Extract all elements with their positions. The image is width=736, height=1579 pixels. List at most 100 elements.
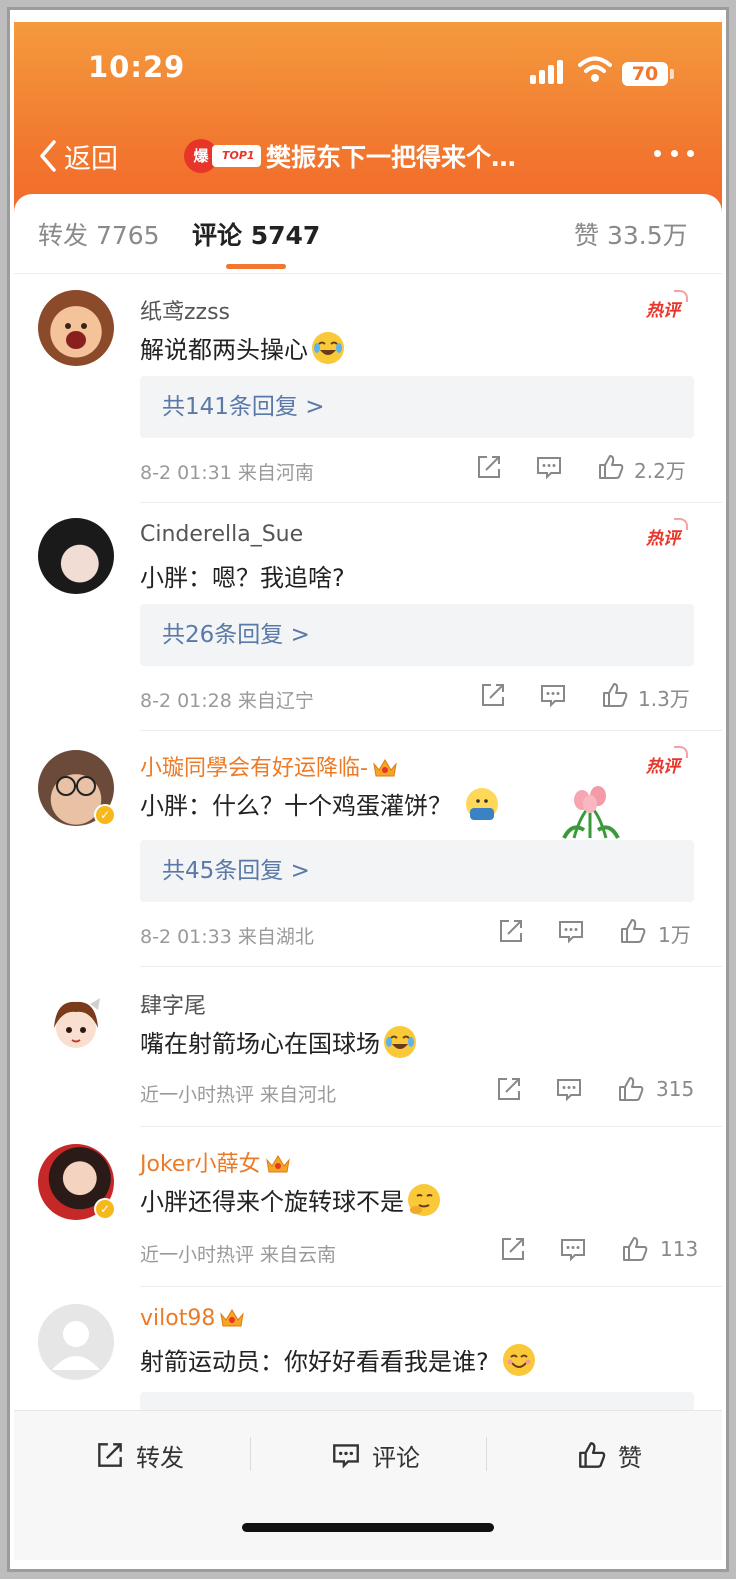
comment-label: 评论 [372,1443,420,1472]
username[interactable]: 肆字尾 [140,988,206,1020]
nav-bar: 返回 爆 TOP1 樊振东下一把得来个… [14,126,722,186]
laugh-cry-emoji [384,1026,416,1058]
tab-repost[interactable]: 转发 7765 [38,216,160,252]
wifi-icon [578,56,612,82]
active-tab-indicator [226,264,286,269]
like-icon[interactable] [596,452,626,482]
divider [140,1126,722,1127]
header: 10:29 70 返回 爆 TOP1 樊振东下一把得来个… [14,22,722,212]
verified-badge-icon: ✓ [94,1198,116,1220]
comment-icon[interactable] [534,452,564,482]
cellular-signal-icon [530,60,566,84]
username[interactable]: 纸鸢zzss [140,294,230,326]
comment-icon[interactable] [556,916,586,946]
laugh-cry-emoji [312,332,344,364]
like-icon[interactable] [616,1074,646,1104]
share-icon[interactable] [498,1234,528,1264]
like-count: 113 [660,1237,699,1261]
username[interactable]: Cinderella_Sue [140,522,303,547]
replies-link[interactable]: 共141条回复 > [140,376,694,438]
like-count: 1万 [658,923,691,947]
phone-screen: 10:29 70 返回 爆 TOP1 樊振东下一把得来个… 转发 7765 评论… [14,22,722,1560]
replies-link[interactable]: 共26条回复 > [140,604,694,666]
separator [250,1437,251,1471]
divider [140,966,722,967]
username[interactable]: vilot98 [140,1306,245,1331]
avatar[interactable] [38,988,114,1064]
comment-meta: 8-2 01:31 来自河南 [140,462,314,484]
avatar[interactable] [38,290,114,366]
battery-indicator: 70 [622,62,668,86]
share-icon[interactable] [474,452,504,482]
rank-badge: TOP1 [212,145,261,167]
username[interactable]: Joker小薛女 [140,1146,291,1178]
crown-icon [373,759,397,777]
crown-icon [220,1309,245,1327]
thinking-emoji [408,1184,440,1216]
crown-icon [265,1155,290,1173]
comment-actions: 2.2万 [474,452,694,486]
comment-actions: 1万 [474,916,694,950]
battery-tip [670,69,674,79]
username[interactable]: 小璇同學会有好运降临- [140,750,398,782]
like-icon[interactable] [620,1234,650,1264]
like-icon[interactable] [618,916,648,946]
like-count: 1.3万 [638,687,690,711]
like-icon [579,1442,606,1468]
bottom-action-bar: 转发 评论 赞 [14,1410,722,1560]
hot-comment-tag: 热评 [646,518,688,549]
comment-icon[interactable] [554,1074,584,1104]
smile-emoji [502,1344,535,1376]
comment-meta: 近一小时热评 来自云南 [140,1244,337,1266]
comment-text: 解说都两头操心 [140,330,344,365]
screenshot-frame: 10:29 70 返回 爆 TOP1 樊振东下一把得来个… 转发 7765 评论… [7,7,729,1572]
divider [140,1286,722,1287]
like-icon[interactable] [600,680,630,710]
separator [486,1437,487,1471]
comment-text: 小胖：嗯？我追啥? [140,564,345,592]
replies-link[interactable]: 共45条回复 > [140,840,694,902]
comment-sheet: 转发 7765 评论 5747 赞 33.5万 纸鸢zzss 热评 解说都两头操… [14,194,722,1560]
comment-icon[interactable] [538,680,568,710]
comment-actions: 315 [474,1074,694,1108]
hot-search-badge[interactable]: 爆 TOP1 [184,139,261,173]
like-label: 赞 [618,1443,642,1472]
tab-comment[interactable]: 评论 5747 [192,216,320,252]
comment-text: 嘴在射箭场心在国球场 [140,1024,416,1059]
share-icon[interactable] [494,1074,524,1104]
like-count: 2.2万 [634,459,686,483]
avatar[interactable] [38,1304,114,1380]
tulip-sticker-icon [562,786,620,839]
comment-text: 小胖还得来个旋转球不是 [140,1182,440,1217]
hot-comment-tag: 热评 [646,290,688,321]
comment-meta: 近一小时热评 来自河北 [140,1084,337,1106]
hot-comment-tag: 热评 [646,746,688,777]
more-icon[interactable] [654,150,694,160]
like-count: 315 [656,1077,695,1101]
page-title[interactable]: 樊振东下一把得来个… [266,138,556,174]
comment-text: 射箭运动员：你好好看看我是谁? [140,1342,535,1377]
comment-button[interactable]: 评论 [330,1435,420,1475]
share-icon[interactable] [496,916,526,946]
tab-like[interactable]: 赞 33.5万 [574,216,688,252]
divider [140,730,722,731]
comment-icon [333,1444,359,1469]
repost-button[interactable]: 转发 [94,1435,184,1475]
share-icon[interactable] [478,680,508,710]
status-time: 10:29 [88,50,186,84]
share-icon [98,1443,122,1467]
repost-label: 转发 [136,1443,184,1472]
comment-icon[interactable] [558,1234,588,1264]
home-indicator[interactable] [242,1523,494,1532]
divider [140,502,722,503]
comment-actions: 1.3万 [474,680,694,714]
comment-text: 小胖：什么？十个鸡蛋灌饼？ [140,786,498,821]
salute-emoji [466,788,498,820]
back-button[interactable]: 返回 [36,136,118,176]
tab-bar: 转发 7765 评论 5747 赞 33.5万 [14,194,722,274]
verified-badge-icon: ✓ [94,804,116,826]
avatar[interactable] [38,518,114,594]
back-label: 返回 [64,143,118,175]
like-button[interactable]: 赞 [576,1435,642,1475]
comment-meta: 8-2 01:33 来自湖北 [140,926,314,948]
